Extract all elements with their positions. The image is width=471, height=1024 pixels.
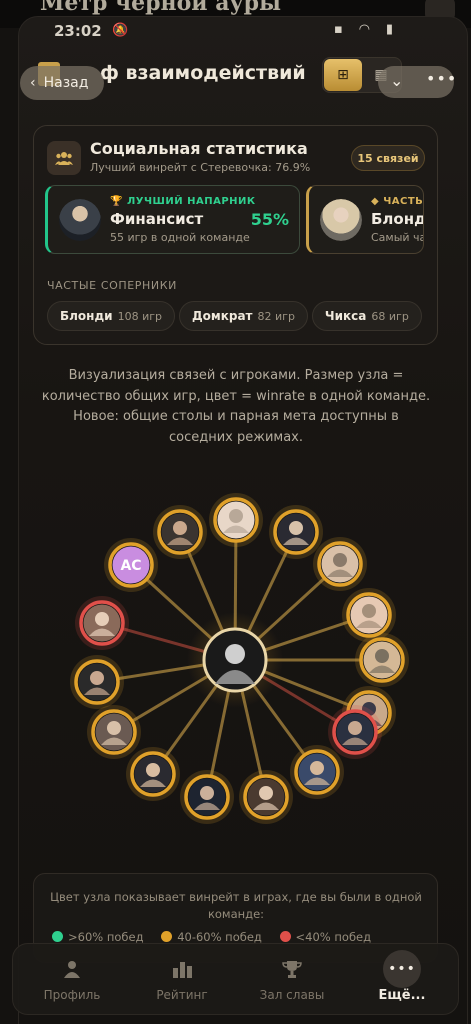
sheet-controls: ⌄ •••: [378, 66, 457, 98]
legend-item-green: >60% побед: [52, 930, 144, 944]
graph-node[interactable]: [70, 655, 124, 709]
partner-desc: Самый ча: [371, 231, 424, 244]
more-dots-icon: •••: [388, 961, 416, 977]
tab-label: Профиль: [43, 988, 101, 1002]
best-partner-card[interactable]: 🏆 ЛУЧШИЙ НАПАРНИК Финансист 55 игр в одн…: [45, 185, 300, 254]
rivals-title: ЧАСТЫЕ СОПЕРНИКИ: [47, 279, 177, 292]
legend-text: Цвет узла показывает винрейт в играх, гд…: [50, 890, 422, 921]
diamond-icon: ◆: [371, 196, 380, 207]
avatar: [59, 199, 101, 241]
graph-node[interactable]: [239, 770, 293, 824]
tab-hall-of-fame[interactable]: Зал славы: [237, 944, 347, 1016]
stats-title: Социальная статистика: [90, 139, 308, 158]
page-title: ф взаимодействий: [100, 62, 306, 84]
group-icon: [47, 141, 81, 175]
graph-node[interactable]: [153, 505, 207, 559]
graph-node[interactable]: AC: [104, 538, 158, 592]
trophy-icon: [237, 960, 347, 983]
partner-tag: 🏆 ЛУЧШИЙ НАПАРНИК: [110, 196, 256, 207]
background-title: Метр черной ауры: [40, 0, 282, 16]
tab-label: Зал славы: [259, 988, 325, 1002]
graph-node[interactable]: [180, 770, 234, 824]
screen: Метр черной ауры 23:02 🔕 ▪ ◠ ▮ ф взаимод…: [0, 0, 471, 1024]
partner-name: Блонди: [371, 210, 423, 228]
red-dot-icon: [279, 931, 291, 942]
partner-tag: ◆ ЧАСТЬ: [371, 196, 424, 207]
back-button[interactable]: ‹ Назад: [20, 66, 104, 100]
tab-profile[interactable]: Профиль: [17, 944, 127, 1016]
tab-bar: Профиль Рейтинг Зал славы ••• Ещё...: [12, 943, 459, 1015]
graph-node[interactable]: [313, 537, 367, 591]
center-node[interactable]: [202, 627, 268, 693]
stats-subtitle: Лучший винрейт с Стеревочка: 76.9%: [90, 161, 311, 174]
avatar: [225, 644, 245, 664]
bar-chart-icon: [127, 960, 237, 983]
graph-node[interactable]: [209, 493, 263, 547]
graph-node[interactable]: [355, 633, 409, 687]
graph-icon: ⊞: [337, 67, 349, 83]
person-icon: [17, 960, 127, 983]
rival-chip[interactable]: Домкрат 82 игр: [178, 301, 308, 331]
chevron-down-icon[interactable]: ⌄: [390, 71, 403, 90]
bell-muted-icon: 🔕: [112, 23, 129, 38]
connection-graph: AC: [70, 493, 409, 824]
graph-view-button[interactable]: ⊞: [324, 59, 362, 91]
frequent-partner-card[interactable]: ◆ ЧАСТЬ Блонди Самый ча: [306, 185, 424, 254]
graph-node[interactable]: [87, 705, 141, 759]
more-icon[interactable]: •••: [426, 69, 457, 88]
trophy-icon: 🏆: [110, 196, 123, 207]
status-time: 23:02: [54, 22, 102, 40]
orange-dot-icon: [161, 931, 173, 942]
back-label: Назад: [43, 75, 89, 91]
partner-name: Финансист: [110, 210, 204, 228]
graph-node[interactable]: [126, 747, 180, 801]
legend-item-red: <40% побед: [279, 930, 371, 944]
tab-label: Ещё...: [378, 988, 426, 1003]
partner-desc: 55 игр в одной команде: [110, 231, 250, 244]
avatar: [320, 199, 362, 241]
partner-winrate: 55%: [250, 210, 289, 229]
legend-item-orange: 40-60% побед: [161, 930, 262, 944]
rival-chip[interactable]: Чикса 68 игр: [311, 301, 422, 331]
chevron-left-icon: ‹: [30, 75, 36, 91]
status-bar: 23:02 🔕 ▪ ◠ ▮: [0, 22, 471, 46]
avatar-initials: AC: [120, 558, 141, 574]
graph-description: Визуализация связей с игроками. Размер у…: [41, 368, 431, 445]
status-icons: ▪ ◠ ▮: [334, 22, 400, 37]
tab-rating[interactable]: Рейтинг: [127, 944, 237, 1016]
rivals-list: Блонди108 игрДомкрат82 игрЧикса68 игрЛе: [47, 301, 424, 331]
rival-chip[interactable]: Блонди 108 игр: [47, 301, 175, 331]
graph-node[interactable]: [75, 596, 129, 650]
green-dot-icon: [52, 931, 63, 942]
legend-items: >60% побед 40-60% побед <40% побед: [52, 930, 385, 944]
graph-node[interactable]: [269, 505, 323, 559]
tab-label: Рейтинг: [156, 988, 208, 1002]
graph-node[interactable]: [290, 745, 344, 799]
connections-badge: 15 связей: [351, 145, 425, 171]
tab-more[interactable]: ••• Ещё...: [347, 944, 457, 1016]
graph-node[interactable]: [328, 705, 382, 759]
